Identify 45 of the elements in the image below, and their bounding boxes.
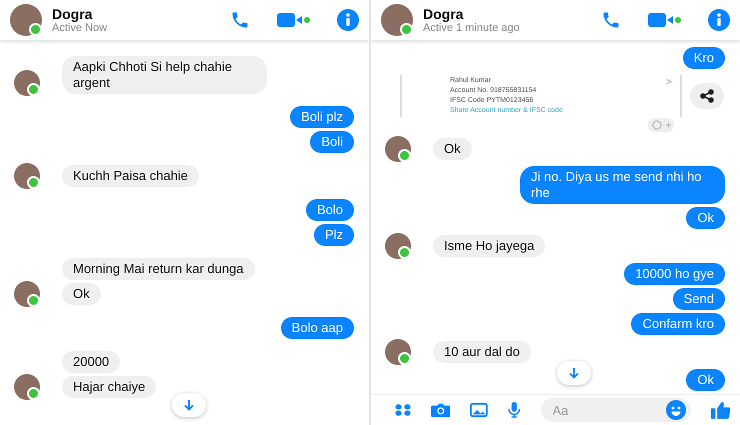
down-arrow-icon (183, 399, 195, 411)
received-message: Ok (62, 283, 101, 305)
sent-message: Boli (310, 131, 354, 153)
share-icon (700, 89, 714, 103)
add-reaction-icon[interactable] (648, 118, 674, 132)
camera-icon[interactable] (430, 402, 450, 418)
received-message: Morning Mai return kar dunga (62, 258, 255, 280)
received-message: Aapki Chhoti Si help chahie argent (62, 56, 267, 94)
sent-message: 10000 ho gye (624, 263, 725, 285)
share-button[interactable] (690, 83, 724, 109)
active-status: Active Now (52, 22, 108, 34)
sent-message: Bolo (306, 199, 354, 221)
scroll-down-button[interactable] (172, 393, 206, 417)
sent-message: Ji no. Diya us me send nhi ho rhe (520, 166, 725, 204)
info-icon[interactable] (708, 9, 730, 31)
microphone-icon[interactable] (508, 401, 521, 419)
contact-name: Dogra (423, 6, 464, 22)
received-message: Kuchh Paisa chahie (62, 165, 199, 187)
chevron-icon: > (666, 79, 672, 87)
received-message: Hajar chaiye (62, 376, 156, 398)
message-input-field[interactable]: Aa (540, 398, 691, 422)
sent-message: Ok (686, 207, 725, 229)
received-message: 20000 (62, 351, 120, 373)
sent-message: Ok (686, 369, 725, 391)
active-status: Active 1 minute ago (423, 22, 521, 34)
image-icon[interactable] (470, 402, 488, 418)
sent-message: Plz (314, 224, 354, 246)
info-icon[interactable] (337, 9, 359, 31)
sent-message: Bolo aap (280, 317, 354, 339)
received-message: 10 aur dal do (433, 341, 531, 363)
received-message: Isme Ho jayega (433, 235, 546, 257)
video-camera-icon[interactable] (277, 12, 311, 28)
emoji-icon[interactable] (666, 400, 686, 420)
contact-name: Dogra (52, 6, 94, 22)
scroll-down-button[interactable] (557, 361, 591, 385)
sent-message: Boli plz (290, 106, 354, 128)
sent-message: Confarm kro (631, 313, 725, 335)
apps-icon[interactable] (395, 403, 411, 417)
sent-message: Send (672, 288, 725, 310)
sent-message: Kro (682, 47, 725, 69)
thumbs-up-icon[interactable] (710, 400, 730, 420)
received-message: Ok (433, 138, 472, 160)
video-camera-icon[interactable] (648, 12, 682, 28)
down-arrow-icon (568, 367, 580, 379)
avatar-photo (381, 4, 413, 36)
